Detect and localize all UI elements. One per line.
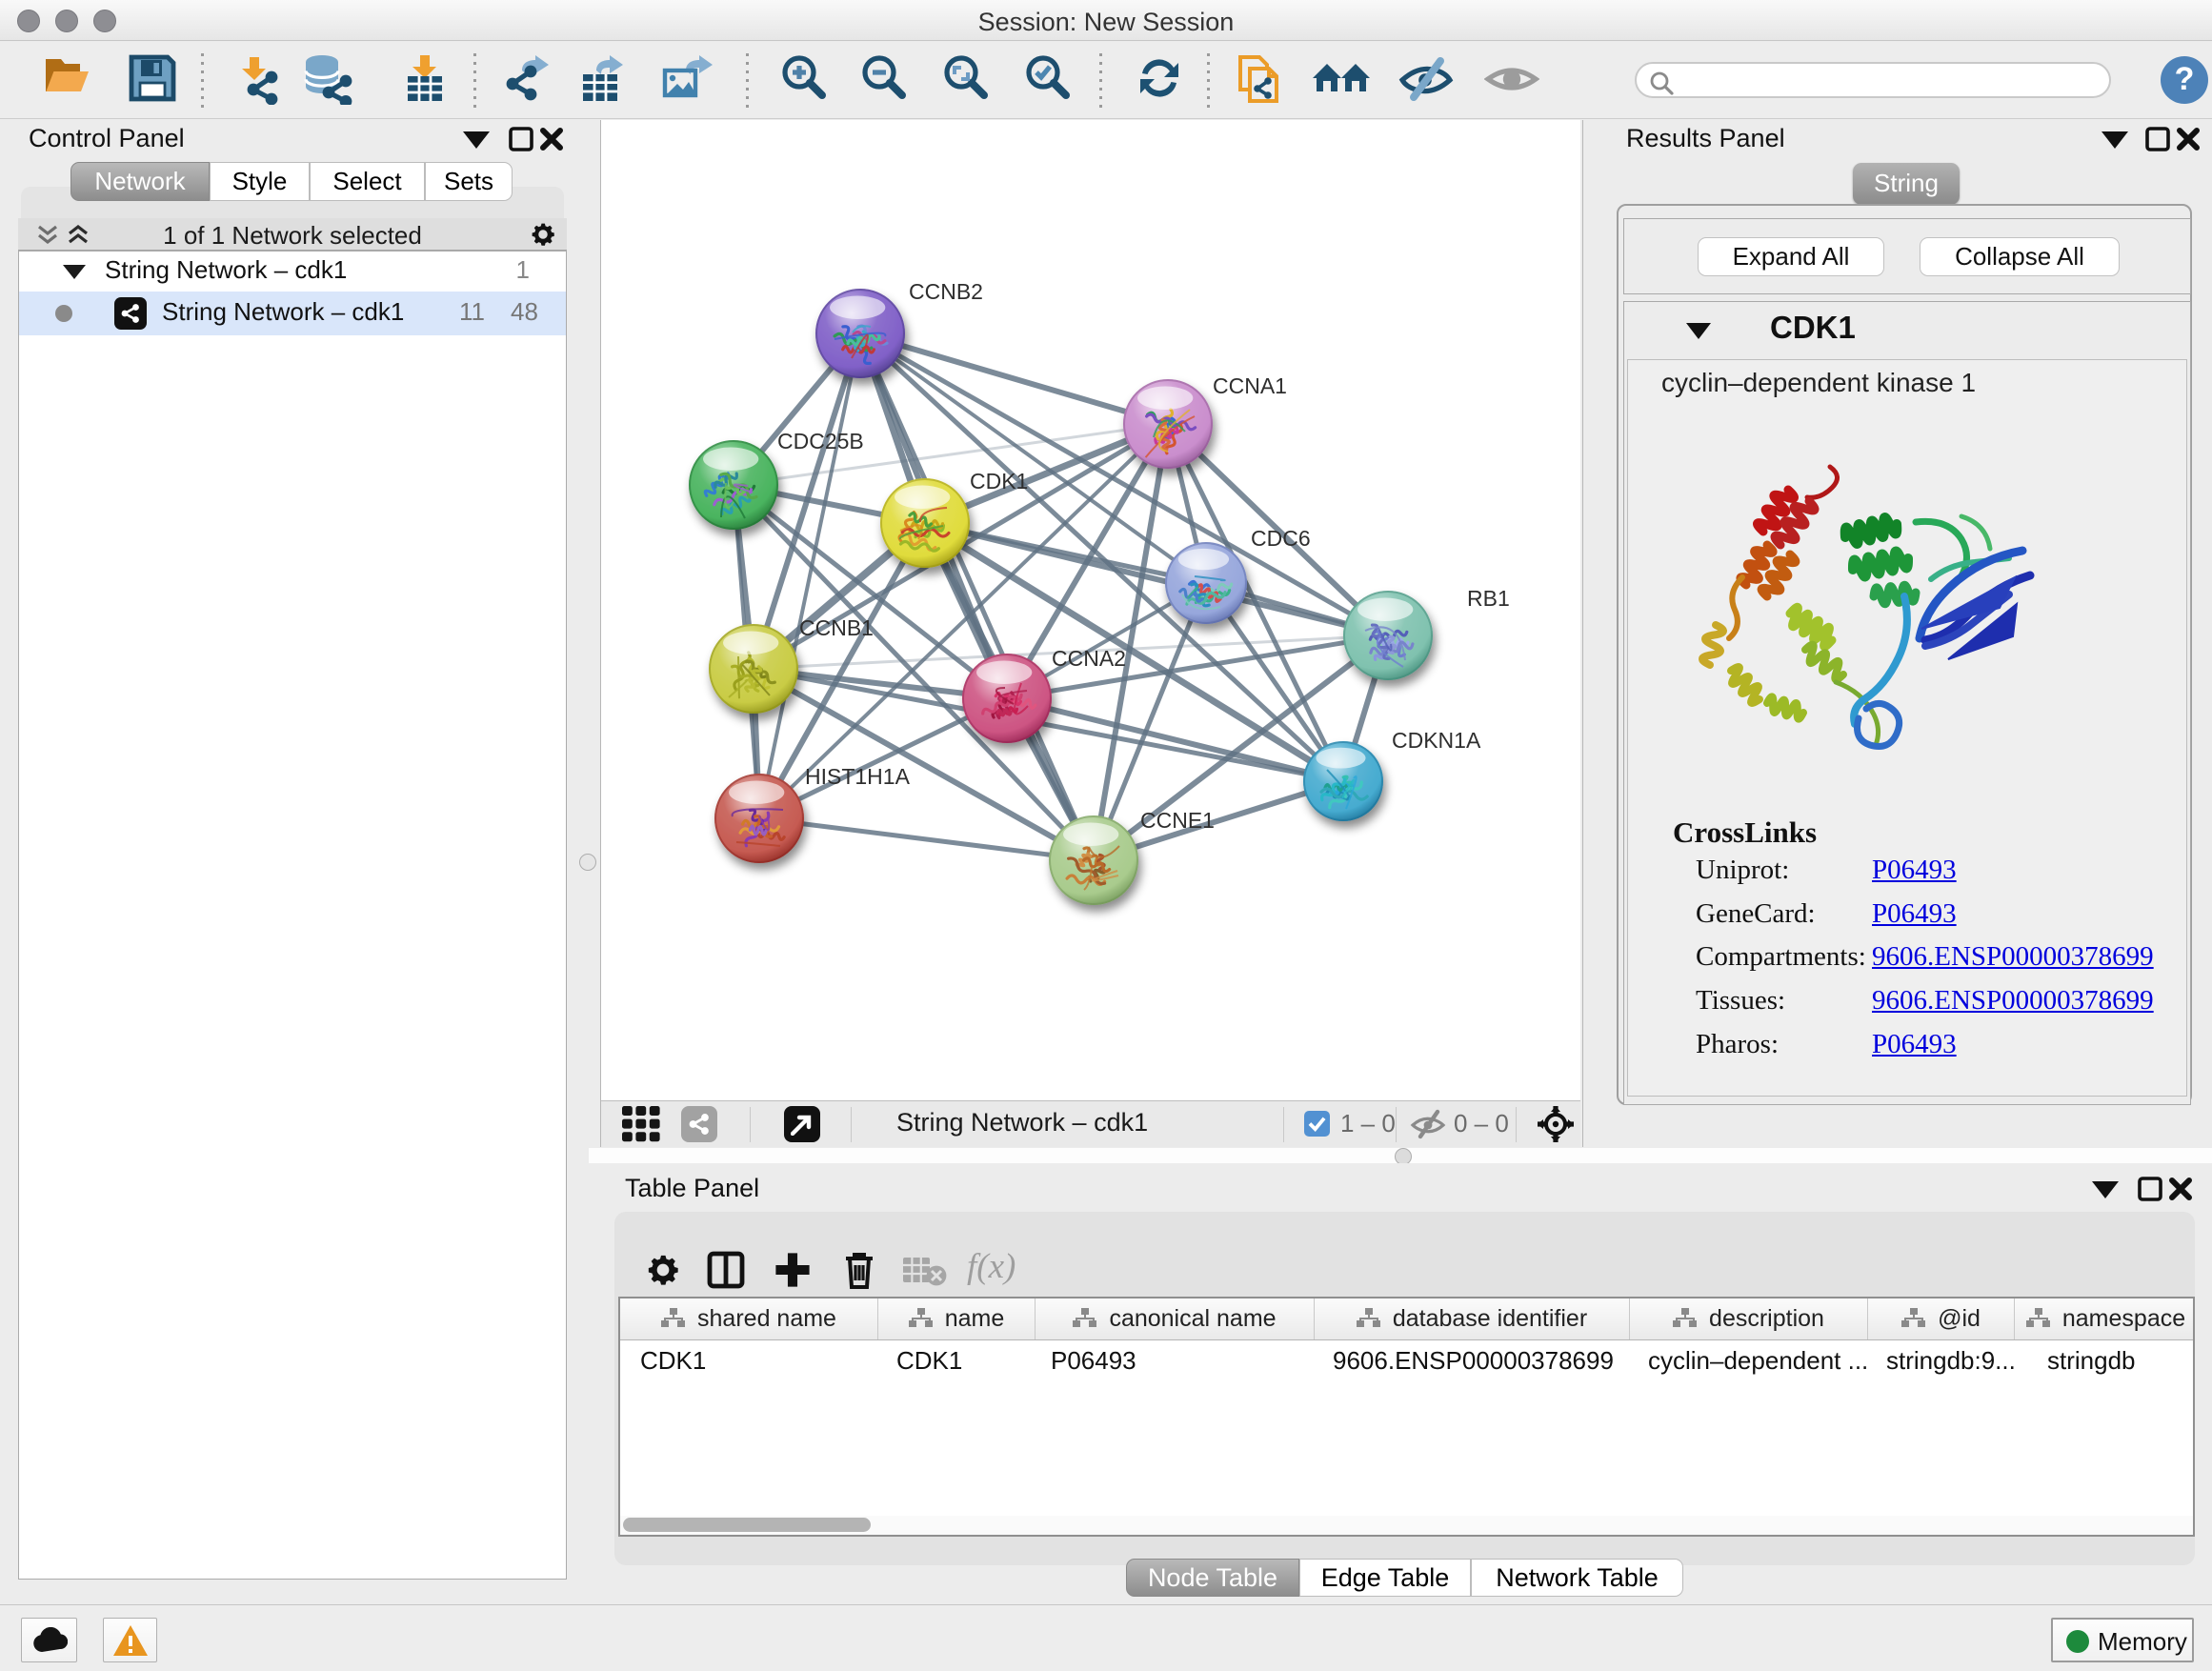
svg-text:CDK1: CDK1: [970, 469, 1028, 493]
svg-text:CCNA2: CCNA2: [1052, 646, 1126, 671]
svg-text:RB1: RB1: [1467, 586, 1510, 611]
svg-text:CDKN1A: CDKN1A: [1392, 728, 1481, 753]
svg-text:CCNB1: CCNB1: [799, 615, 874, 640]
svg-text:CCNB2: CCNB2: [909, 279, 983, 304]
svg-text:HIST1H1A: HIST1H1A: [805, 764, 911, 789]
svg-text:CDC25B: CDC25B: [777, 429, 864, 453]
svg-text:CCNA1: CCNA1: [1213, 373, 1287, 398]
svg-text:CDC6: CDC6: [1251, 526, 1311, 551]
svg-text:CCNE1: CCNE1: [1140, 808, 1215, 833]
